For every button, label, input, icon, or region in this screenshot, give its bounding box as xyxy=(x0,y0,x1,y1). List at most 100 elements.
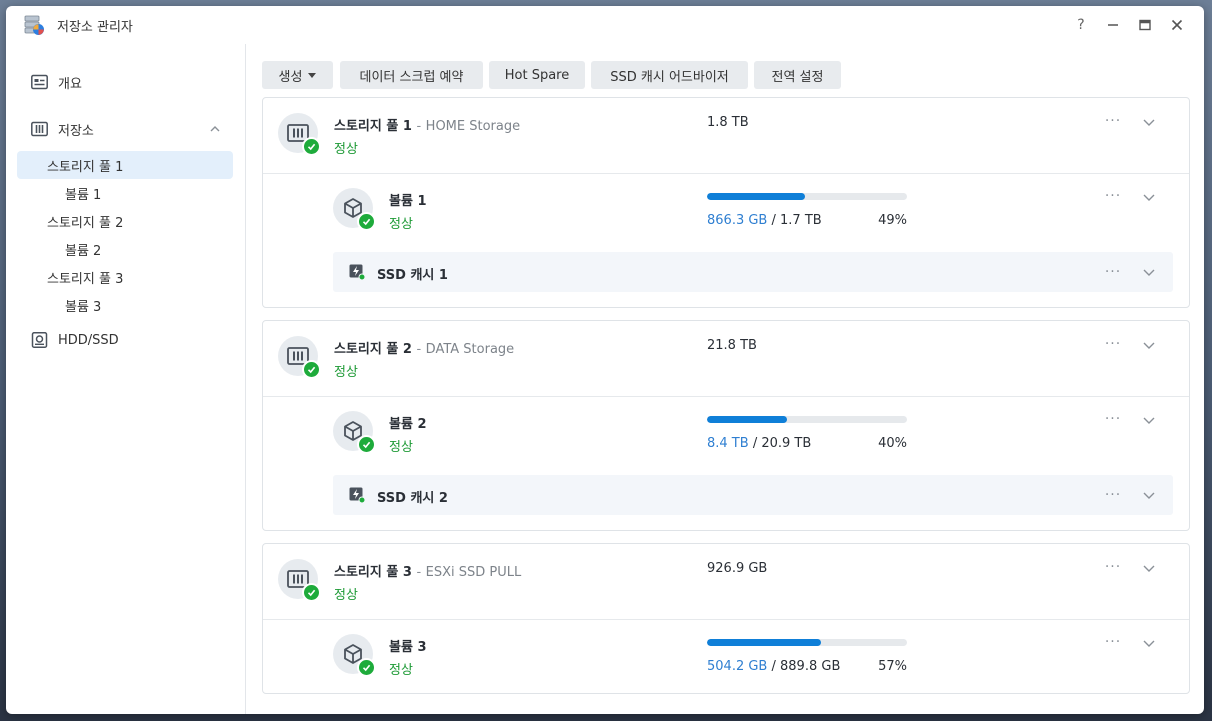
help-button[interactable]: ? xyxy=(1071,15,1091,35)
more-options-button[interactable]: ··· xyxy=(1103,487,1123,503)
sidebar: 개요 저장소 스토리지 풀 1 볼륨 1 스토리지 풀 2 볼륨 2 스토리지 … xyxy=(6,44,246,714)
volume-used: 8.4 TB xyxy=(707,436,749,451)
more-icon: ··· xyxy=(1104,113,1122,129)
more-options-button[interactable]: ··· xyxy=(1103,188,1123,204)
volume-usage-bar xyxy=(707,639,907,646)
volume-usage-fill xyxy=(707,193,805,200)
pool-header[interactable]: 스토리지 풀 1 - HOME Storage 정상 1.8 TB ··· xyxy=(263,98,1189,174)
chevron-down-icon[interactable] xyxy=(1142,115,1156,129)
chevron-down-icon[interactable] xyxy=(1142,561,1156,575)
pool-description: ESXi SSD PULL xyxy=(425,565,522,580)
healthy-check-icon xyxy=(302,137,321,156)
volume-used: 504.2 GB xyxy=(707,659,768,674)
volume-icon xyxy=(333,411,376,454)
chevron-up-icon[interactable] xyxy=(209,123,221,135)
pool-description: HOME Storage xyxy=(425,119,521,134)
more-options-button[interactable]: ··· xyxy=(1103,113,1123,129)
more-options-button[interactable]: ··· xyxy=(1103,336,1123,352)
volume-usage-bar xyxy=(707,193,907,200)
hdd-icon xyxy=(31,332,48,348)
window-title: 저장소 관리자 xyxy=(57,20,133,35)
more-options-button[interactable]: ··· xyxy=(1103,559,1123,575)
sidebar-item-label: 저장소 xyxy=(58,123,94,139)
volume-usage-text: 8.4 TB / 20.9 TB xyxy=(707,436,811,451)
storage-manager-app-icon xyxy=(24,15,44,35)
sidebar-item-hdd-ssd[interactable]: HDD/SSD xyxy=(17,326,233,354)
sidebar-item-label: 볼륨 2 xyxy=(65,243,102,259)
volume-usage-text: 504.2 GB / 889.8 GB xyxy=(707,659,840,674)
sidebar-item-storage-pool-2[interactable]: 스토리지 풀 2 xyxy=(17,207,233,235)
ssd-cache-name: SSD 캐시 1 xyxy=(377,268,448,283)
volume-status: 정상 xyxy=(389,217,413,232)
close-icon xyxy=(1171,19,1183,31)
pool-title: 스토리지 풀 3 - ESXi SSD PULL xyxy=(334,561,521,580)
volume-name: 볼륨 3 xyxy=(389,640,427,655)
sidebar-item-storage-pool-1[interactable]: 스토리지 풀 1 xyxy=(17,151,233,179)
sidebar-item-storage[interactable]: 저장소 xyxy=(17,115,233,143)
more-icon: ··· xyxy=(1104,487,1122,503)
storage-pool-card-3: 스토리지 풀 3 - ESXi SSD PULL 정상 926.9 GB ··· xyxy=(262,543,1190,694)
pool-title: 스토리지 풀 2 - DATA Storage xyxy=(334,338,514,357)
volume-row[interactable]: 볼륨 2 정상 8.4 TB / 20.9 TB 40% ··· xyxy=(263,396,1189,466)
storage-pool-icon xyxy=(278,559,321,602)
chevron-down-icon[interactable] xyxy=(1142,190,1156,204)
close-button[interactable] xyxy=(1167,15,1187,35)
ssd-cache-name: SSD 캐시 2 xyxy=(377,491,448,506)
minimize-button[interactable] xyxy=(1103,15,1123,35)
pool-status: 정상 xyxy=(334,365,358,380)
sidebar-item-volume-1[interactable]: 볼륨 1 xyxy=(17,179,233,207)
pool-name-separator: - xyxy=(416,565,422,580)
sidebar-item-label: 스토리지 풀 2 xyxy=(47,215,124,231)
chevron-down-icon[interactable] xyxy=(1142,636,1156,650)
volume-row[interactable]: 볼륨 1 정상 866.3 GB / 1.7 TB 49% ··· xyxy=(263,173,1189,243)
healthy-check-icon xyxy=(357,658,376,677)
pool-size: 926.9 GB xyxy=(707,561,768,576)
more-options-button[interactable]: ··· xyxy=(1103,411,1123,427)
maximize-button[interactable] xyxy=(1135,15,1155,35)
chevron-down-icon[interactable] xyxy=(1142,265,1156,279)
volume-usage-percent: 40% xyxy=(878,436,907,451)
more-options-button[interactable]: ··· xyxy=(1103,264,1123,280)
usage-separator: / xyxy=(752,436,758,451)
volume-usage-fill xyxy=(707,416,787,423)
chevron-down-icon[interactable] xyxy=(1142,488,1156,502)
usage-separator: / xyxy=(771,213,776,228)
storage-manager-window: 저장소 관리자 ? 개요 저장소 스토리지 풀 1 볼륨 1 스토리지 풀 2 … xyxy=(6,6,1204,714)
chevron-down-icon[interactable] xyxy=(1142,413,1156,427)
sidebar-item-storage-pool-3[interactable]: 스토리지 풀 3 xyxy=(17,263,233,291)
sidebar-item-label: 볼륨 3 xyxy=(65,299,102,315)
sidebar-item-volume-3[interactable]: 볼륨 3 xyxy=(17,291,233,319)
sidebar-item-label: 볼륨 1 xyxy=(65,187,102,203)
storage-icon xyxy=(31,121,48,137)
storage-pool-card-2: 스토리지 풀 2 - DATA Storage 정상 21.8 TB ··· 볼… xyxy=(262,320,1190,531)
help-icon: ? xyxy=(1077,17,1085,33)
volume-used: 866.3 GB xyxy=(707,213,768,228)
ssd-cache-row[interactable]: SSD 캐시 1 ··· xyxy=(333,252,1173,292)
pool-name-separator: - xyxy=(416,342,422,357)
healthy-check-icon xyxy=(357,435,376,454)
title-bar: 저장소 관리자 ? xyxy=(6,6,1204,44)
sidebar-item-label: 개요 xyxy=(58,76,82,92)
chevron-down-icon[interactable] xyxy=(1142,338,1156,352)
sidebar-item-label: 스토리지 풀 1 xyxy=(47,159,124,175)
pool-header[interactable]: 스토리지 풀 3 - ESXi SSD PULL 정상 926.9 GB ··· xyxy=(263,544,1189,620)
ssd-cache-icon xyxy=(349,264,365,280)
sidebar-item-label: 스토리지 풀 3 xyxy=(47,271,124,287)
pool-name: 스토리지 풀 3 xyxy=(334,565,412,580)
more-options-button[interactable]: ··· xyxy=(1103,634,1123,650)
volume-icon xyxy=(333,188,376,231)
volume-usage-percent: 57% xyxy=(878,659,907,674)
volume-icon xyxy=(333,634,376,677)
volume-total: 889.8 GB xyxy=(780,659,841,674)
pool-status: 정상 xyxy=(334,588,358,603)
usage-separator: / xyxy=(771,659,776,674)
more-icon: ··· xyxy=(1104,634,1122,650)
sidebar-item-volume-2[interactable]: 볼륨 2 xyxy=(17,235,233,263)
sidebar-item-overview[interactable]: 개요 xyxy=(17,68,233,96)
pool-header[interactable]: 스토리지 풀 2 - DATA Storage 정상 21.8 TB ··· xyxy=(263,321,1189,397)
ssd-cache-row[interactable]: SSD 캐시 2 ··· xyxy=(333,475,1173,515)
volume-name: 볼륨 2 xyxy=(389,417,427,432)
volume-usage-fill xyxy=(707,639,821,646)
pool-name: 스토리지 풀 2 xyxy=(334,342,412,357)
volume-row[interactable]: 볼륨 3 정상 504.2 GB / 889.8 GB 57% ··· xyxy=(263,619,1189,689)
